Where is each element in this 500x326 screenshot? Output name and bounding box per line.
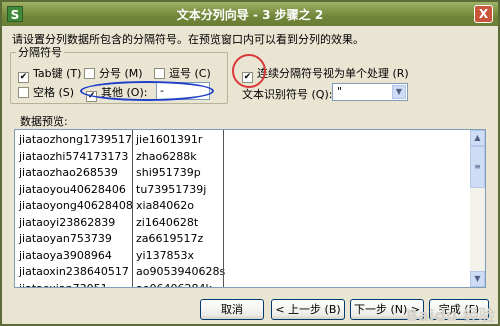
preview-cell: shi951739p — [136, 166, 201, 179]
preview-column-1[interactable]: jiataozhong1739517 jiataozhi574173173 jiat… — [19, 132, 133, 288]
preview-cell: jiataozhao268539 — [19, 166, 118, 179]
comma-checkbox[interactable]: 逗号 (C) — [154, 65, 211, 81]
tab-label: Tab键 (T) — [33, 67, 82, 80]
text-qualifier-label: 文本识别符号 (Q): — [242, 88, 333, 101]
text-qualifier-value: " — [337, 85, 343, 98]
preview-cell: ao9053940628s — [136, 265, 226, 278]
data-preview[interactable]: jiataozhong1739517 jiataozhi574173173 jiat… — [14, 129, 486, 288]
preview-cell: tu73951739j — [136, 182, 207, 196]
preview-cell: jiataoyan753739 — [19, 232, 112, 245]
preview-cell: jiataoya3908964 — [19, 248, 112, 262]
column-break-2[interactable] — [223, 130, 224, 287]
consecutive-checkbox[interactable]: ✔ 连续分隔符号视为单个处理 (R) — [242, 65, 409, 83]
watermark: Baidu 经验 — [406, 306, 495, 325]
preview-cell: jiataoxin238640517 — [19, 265, 129, 278]
preview-cell: jiataoxian73051 — [19, 281, 108, 288]
tab-checkbox[interactable]: ✔ Tab键 (T) — [18, 65, 81, 83]
text-to-columns-dialog: S 文本分列向导 - 3 步骤之 2 X 请设置分列数据所包含的分隔符号。在预览… — [0, 0, 500, 326]
text-qualifier-select[interactable]: " ▼ — [332, 83, 408, 101]
title-bar[interactable]: S 文本分列向导 - 3 步骤之 2 X — [2, 2, 498, 26]
preview-cell: jiataozhi574173173 — [19, 149, 129, 163]
preview-cell: zhao6288k — [136, 149, 197, 163]
preview-cell: jiataoyi23862839 — [19, 215, 116, 229]
preview-cell: jie1601391r — [136, 133, 203, 146]
scroll-up-button[interactable]: ▲ — [470, 130, 485, 146]
scroll-thumb[interactable]: ≡ — [470, 146, 485, 188]
consecutive-label: 连续分隔符号视为单个处理 (R) — [257, 67, 409, 80]
preview-cell: ao06406284k — [136, 281, 212, 288]
highlight-circle — [232, 54, 266, 88]
preview-cell: xia84062o — [136, 199, 195, 212]
window-title: 文本分列向导 - 3 步骤之 2 — [176, 8, 324, 22]
chevron-down-icon[interactable]: ▼ — [392, 85, 406, 99]
highlight-ellipse — [80, 81, 214, 101]
preview-cell: za6619517z — [136, 232, 204, 245]
preview-cell: jiataoyou40628406 — [19, 182, 126, 196]
preview-column-2[interactable]: jie1601391r zhao6288k shi951739p tu73951739… — [136, 132, 226, 288]
vertical-scrollbar[interactable]: ▲ ≡ ▼ — [470, 130, 485, 287]
space-checkbox[interactable]: 空格 (S) — [18, 84, 74, 100]
semicolon-checkbox[interactable]: 分号 (M) — [84, 65, 143, 81]
cancel-button[interactable]: 取消 — [200, 299, 264, 320]
column-break-1[interactable] — [132, 130, 133, 287]
back-button[interactable]: < 上一步 (B) — [271, 299, 345, 320]
space-label: 空格 (S) — [33, 86, 75, 99]
instruction-text: 请设置分列数据所包含的分隔符号。在预览窗口内可以看到分列的效果。 — [12, 33, 364, 46]
preview-cell: yi137853x — [136, 248, 195, 262]
comma-checkbox-box[interactable] — [154, 68, 165, 79]
delimiters-legend: 分隔符号 — [16, 44, 64, 60]
semicolon-checkbox-box[interactable] — [84, 68, 95, 79]
preview-cell: jiataozhong1739517 — [19, 133, 133, 146]
preview-cell: jiataoyong40628408 — [19, 199, 133, 212]
comma-label: 逗号 (C) — [169, 67, 211, 80]
close-button[interactable]: X — [474, 5, 493, 23]
scroll-down-button[interactable]: ▼ — [470, 271, 485, 287]
preview-cell: zi1640628t — [136, 215, 199, 229]
tab-checkbox-box[interactable]: ✔ — [18, 72, 29, 83]
semicolon-label: 分号 (M) — [99, 67, 143, 80]
preview-legend: 数据预览: — [18, 113, 70, 129]
space-checkbox-box[interactable] — [18, 87, 29, 98]
